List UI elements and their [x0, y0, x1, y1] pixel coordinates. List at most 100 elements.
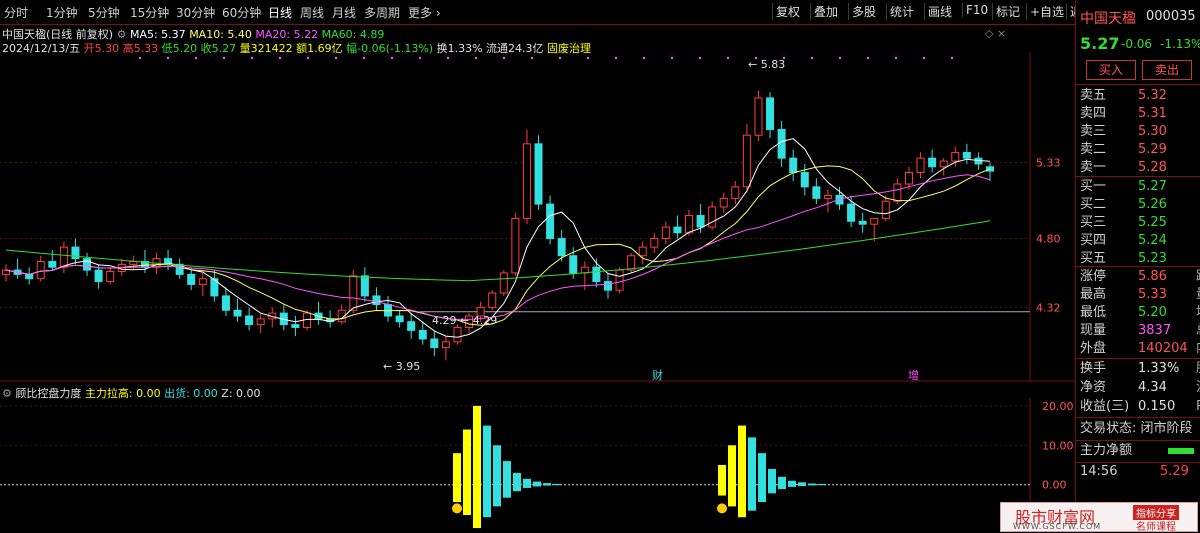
cyan-bar-1-5: [798, 482, 806, 487]
chart-control-icons[interactable]: ◇ ×: [985, 27, 1006, 40]
sell-row-1-value: 5.31: [1138, 106, 1167, 121]
top-marker-19: [670, 56, 674, 60]
top-marker-2: [194, 56, 198, 60]
stat-row-0-tail: 跌: [1196, 268, 1200, 286]
candle-body-3: [36, 260, 45, 280]
top-marker-0: [138, 56, 142, 60]
low-annotation: ← 3.95: [383, 360, 420, 373]
stat-row-2: 最低 5.20 均: [1080, 304, 1200, 322]
stat-row-3-label: 现量: [1080, 323, 1107, 338]
period-tab-6[interactable]: 日线: [268, 4, 292, 21]
candle-body-52: [603, 281, 612, 291]
period-tab-0[interactable]: 分时: [4, 4, 28, 21]
sell-row-2: 卖三 5.30: [1080, 123, 1200, 141]
stock-name: 中国天楹: [1080, 11, 1136, 27]
period-tab-10[interactable]: 更多 ›: [408, 4, 441, 21]
stat2-row-2-tail: P: [1196, 399, 1200, 414]
period-tab-2[interactable]: 5分钟: [88, 4, 120, 21]
candle-body-77: [893, 183, 902, 202]
buy-button[interactable]: 买入: [1086, 60, 1136, 80]
stat-row-0-value: 5.86: [1138, 269, 1167, 284]
sell-row-1-label: 卖四: [1080, 106, 1107, 121]
candle-body-70: [812, 186, 821, 199]
top-marker-8: [362, 56, 366, 60]
ma-line-ma5: [5, 138, 991, 338]
candle-body-9: [106, 271, 115, 283]
candle-body-20: [233, 309, 242, 317]
buy-row-3: 买四 5.24: [1080, 232, 1200, 250]
tool-button-0[interactable]: 复权: [772, 3, 803, 20]
price-label-2: 4.32: [1036, 301, 1061, 314]
cyan-bar-0-0: [483, 425, 491, 518]
buy-row-0-label: 买一: [1080, 179, 1107, 194]
candle-body-16: [187, 273, 196, 285]
top-marker-16: [586, 56, 590, 60]
stat-row-2-value: 5.20: [1138, 305, 1167, 320]
period-tab-7[interactable]: 周线: [300, 4, 324, 21]
tool-button-4[interactable]: 画线: [924, 3, 955, 20]
tool-button-5[interactable]: F10: [962, 3, 991, 17]
period-tab-5[interactable]: 60分钟: [222, 4, 261, 21]
tool-button-3[interactable]: 统计: [886, 3, 917, 20]
zeng-marker: 增: [908, 368, 919, 382]
tool-button-7[interactable]: +自选: [1026, 3, 1067, 20]
quote-panel: 中国天楹 000035 5.27 -0.06 -1.13% 买入 卖出 交易状态…: [1075, 0, 1200, 532]
stat-row-3-tail: 总: [1196, 322, 1200, 340]
candle-body-21: [245, 315, 254, 326]
candle-body-35: [407, 321, 416, 331]
candlestick-chart[interactable]: 5.33 4.80 4.32 ← 5.83 ← 3.95 4.29 ← 4.29 财 增: [0, 52, 1075, 382]
candle-body-42: [488, 292, 497, 308]
candle-body-46: [534, 143, 543, 205]
candle-body-59: [685, 215, 694, 234]
top-marker-17: [614, 56, 618, 60]
net-amount-row: 主力净额: [1080, 442, 1200, 460]
top-marker-21: [726, 56, 730, 60]
stat2-row-1-tail: 流: [1196, 379, 1200, 397]
buy-row-1-value: 5.26: [1138, 197, 1167, 212]
sub-axis-label-2: 0.00: [1042, 479, 1067, 492]
candle-body-8: [94, 269, 103, 283]
sell-row-4-label: 卖一: [1080, 160, 1107, 175]
period-tab-4[interactable]: 30分钟: [176, 4, 215, 21]
sell-row-0: 卖五 5.32: [1080, 87, 1200, 105]
tick-row: 14:56 5.29: [1080, 464, 1189, 479]
stat-row-4-tail: 内: [1196, 340, 1200, 358]
candle-body-63: [731, 186, 740, 199]
yellow-bar-1-1: [728, 445, 736, 507]
buy-row-4-label: 买五: [1080, 251, 1107, 266]
cyan-bar-0-4: [523, 478, 531, 488]
cyan-bar-0-2: [503, 461, 511, 498]
period-tab-3[interactable]: 15分钟: [130, 4, 169, 21]
candle-body-83: [962, 151, 971, 159]
candle-body-69: [800, 172, 809, 188]
sell-row-1: 卖四 5.31: [1080, 105, 1200, 123]
top-marker-11: [446, 56, 450, 60]
candle-body-2: [25, 273, 34, 280]
stat-row-2-label: 最低: [1080, 305, 1107, 320]
stat-row-4: 外盘 140204 内: [1080, 340, 1200, 358]
candle-body-51: [592, 266, 601, 283]
tool-button-1[interactable]: 叠加: [810, 3, 841, 20]
candle-body-38: [441, 341, 450, 349]
candle-body-81: [939, 160, 948, 168]
tool-button-6[interactable]: 标记: [992, 3, 1023, 20]
tool-button-2[interactable]: 多股: [848, 3, 879, 20]
candle-body-75: [870, 217, 879, 225]
period-tab-9[interactable]: 多周期: [364, 4, 400, 21]
top-marker-18: [642, 56, 646, 60]
yellow-bar-0-2: [473, 405, 481, 529]
sell-row-3: 卖二 5.29: [1080, 141, 1200, 159]
stat-row-4-value: 140204: [1138, 341, 1188, 356]
period-tab-8[interactable]: 月线: [332, 4, 356, 21]
period-tab-1[interactable]: 1分钟: [46, 4, 78, 21]
sell-button[interactable]: 卖出: [1142, 60, 1192, 80]
candle-body-76: [881, 200, 890, 219]
sell-row-0-label: 卖五: [1080, 88, 1107, 103]
candle-body-37: [430, 338, 439, 349]
sub-indicator-chart[interactable]: 20.00 10.00 0.00: [0, 398, 1075, 532]
candle-body-5: [59, 246, 68, 268]
top-marker-14: [530, 56, 534, 60]
candle-body-66: [766, 97, 775, 130]
stat-row-0-label: 涨停: [1080, 269, 1107, 284]
sell-row-0-value: 5.32: [1138, 88, 1167, 103]
